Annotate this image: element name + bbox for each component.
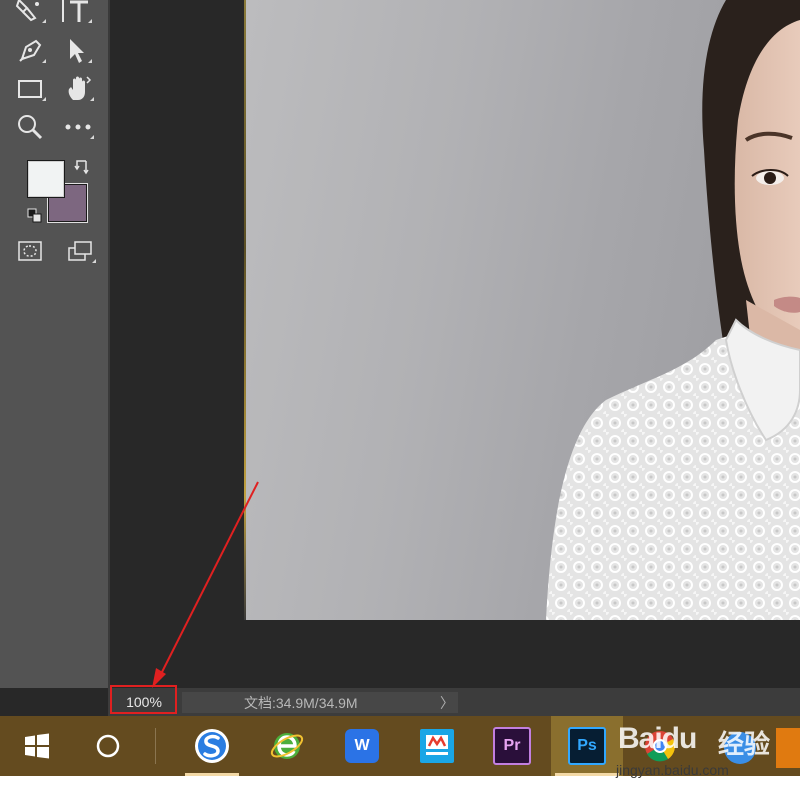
type-tool-icon[interactable] bbox=[58, 0, 94, 26]
tools-panel bbox=[0, 0, 110, 688]
photoshop-workspace: 100% 文档:34.9M/34.9M 〉 bbox=[0, 0, 800, 716]
watermark-brand: Baidu bbox=[618, 722, 697, 755]
document-canvas[interactable] bbox=[246, 0, 800, 620]
zoom-tool-icon[interactable] bbox=[12, 112, 48, 142]
baidu-jingyan-watermark: Baidu 经验 jingyan.baidu.com bbox=[612, 710, 800, 800]
status-menu-arrow-icon[interactable]: 〉 bbox=[440, 692, 454, 713]
taskbar-divider bbox=[155, 728, 156, 764]
quick-mask-icon[interactable] bbox=[12, 236, 48, 266]
document-size-info[interactable]: 文档:34.9M/34.9M bbox=[182, 692, 458, 713]
wps-tile: W bbox=[345, 729, 379, 763]
swap-colors-icon[interactable] bbox=[74, 158, 92, 176]
pen-tool-icon[interactable] bbox=[12, 36, 48, 66]
foreground-color-swatch[interactable] bbox=[27, 160, 65, 198]
default-colors-icon[interactable] bbox=[27, 208, 43, 224]
cortana-circle-icon[interactable] bbox=[77, 716, 139, 776]
baidu-netdisk-icon[interactable] bbox=[406, 716, 468, 776]
wps-icon[interactable]: W bbox=[331, 716, 393, 776]
photoshop-tile: Ps bbox=[568, 727, 606, 765]
windows-start-icon[interactable] bbox=[6, 716, 68, 776]
ie-browser-icon[interactable] bbox=[256, 716, 318, 776]
brush-icon[interactable] bbox=[12, 0, 48, 26]
zoom-highlight-box bbox=[110, 685, 177, 714]
premiere-icon[interactable]: Pr bbox=[481, 716, 543, 776]
premiere-tile: Pr bbox=[493, 727, 531, 765]
sogou-browser-icon[interactable] bbox=[181, 716, 243, 776]
path-selection-icon[interactable] bbox=[58, 36, 94, 66]
more-tools-icon[interactable] bbox=[60, 112, 96, 142]
rectangle-tool-icon[interactable] bbox=[12, 74, 48, 104]
portrait-photo bbox=[546, 0, 800, 620]
hand-tool-icon[interactable] bbox=[60, 74, 96, 104]
watermark-url: jingyan.baidu.com bbox=[616, 762, 729, 778]
screen-mode-icon[interactable] bbox=[62, 236, 98, 266]
watermark-brand-cn: 经验 bbox=[718, 730, 771, 760]
